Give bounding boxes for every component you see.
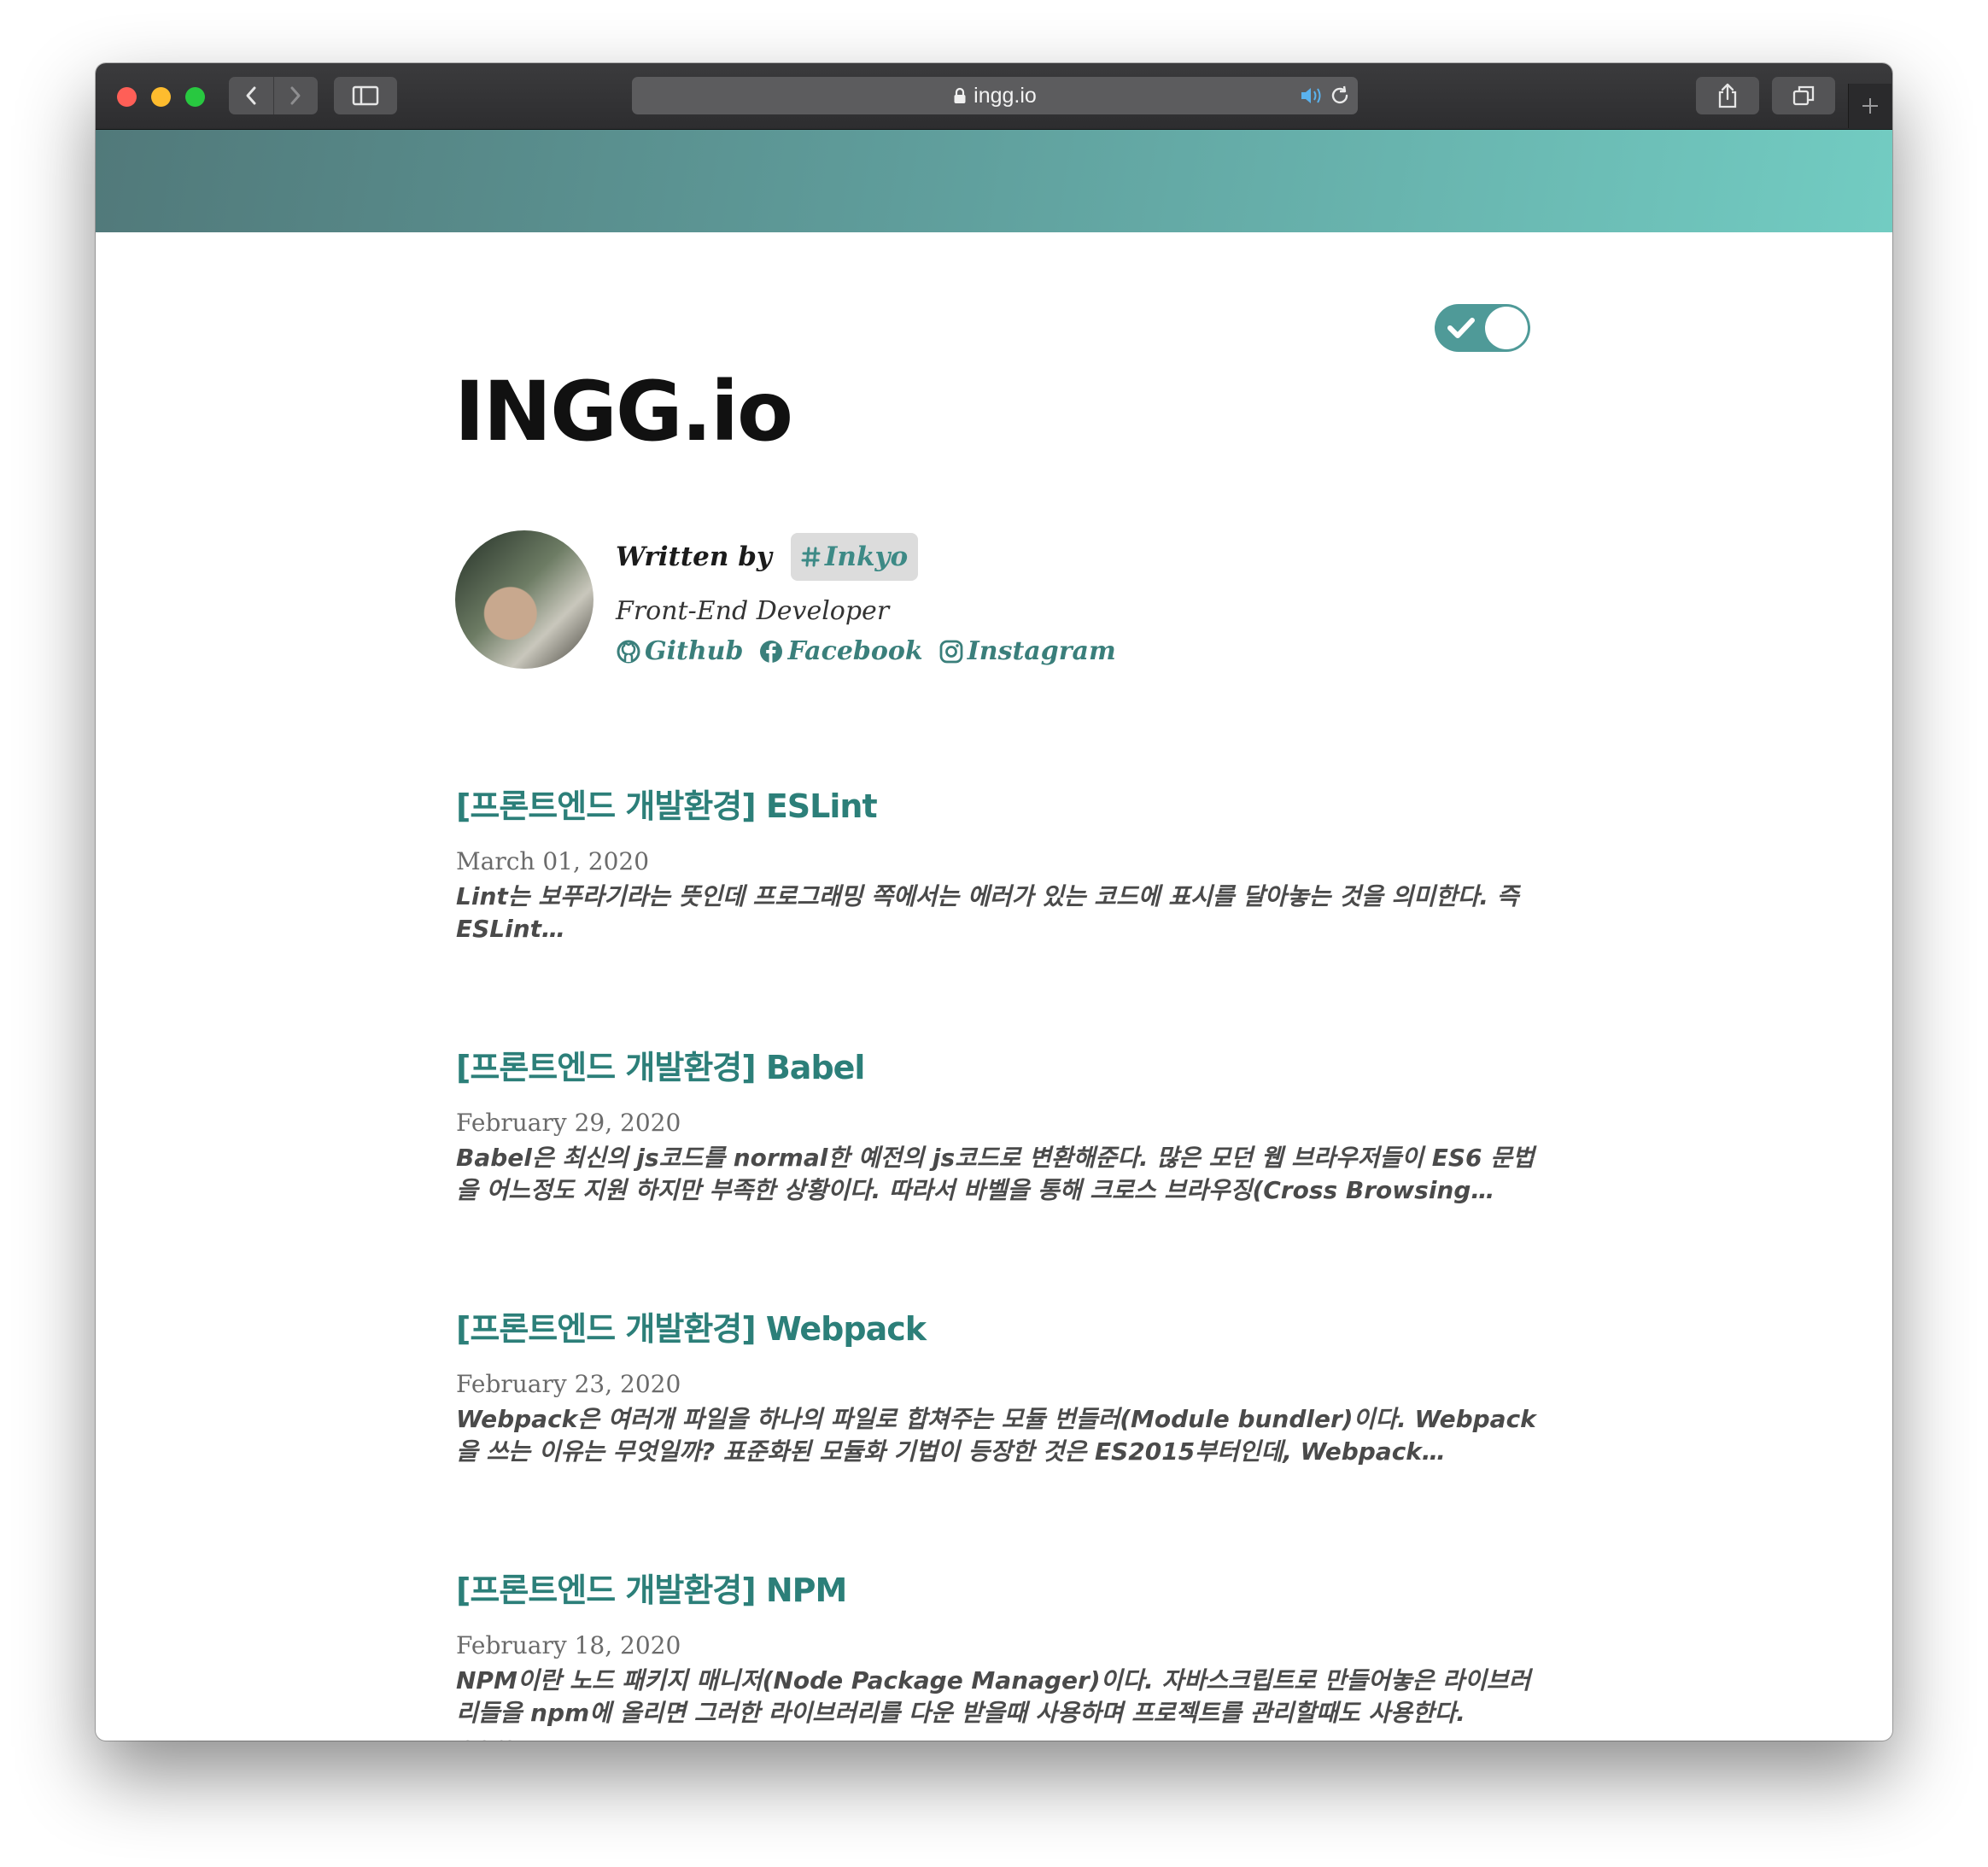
github-icon (617, 640, 640, 663)
github-link-label: Github (645, 636, 744, 666)
written-by-label: Written by (616, 541, 772, 572)
new-tab-button[interactable] (1848, 84, 1892, 128)
post-date: February 18, 2020 (456, 1630, 681, 1659)
post-item: [프론트엔드 개발환경] ESLint March 01, 2020 Lint는… (456, 787, 1541, 945)
navigation-buttons (229, 77, 318, 114)
share-icon (1718, 83, 1737, 108)
post-date: March 01, 2020 (456, 846, 650, 875)
browser-window: ingg.io INGG.io Written by Inkyo Front-E… (96, 63, 1892, 1741)
author-name: Inkyo (824, 541, 909, 572)
github-link[interactable]: Github (616, 636, 743, 666)
post-item: [프론트엔드 개발환경] NPM February 18, 2020 NPM이란… (456, 1571, 1541, 1741)
url-text: ingg.io (974, 83, 1037, 108)
facebook-link-label: Facebook (787, 636, 923, 666)
post-excerpt: Lint는 보푸라기라는 뜻인데 프로그래밍 쪽에서는 에러가 있는 코드에 표… (456, 881, 1519, 943)
post-title[interactable]: [프론트엔드 개발환경] Babel (456, 1049, 1541, 1088)
facebook-icon (760, 640, 783, 663)
instagram-link[interactable]: Instagram (938, 636, 1116, 666)
hashtag-icon (801, 546, 822, 568)
forward-button[interactable] (273, 77, 318, 114)
address-bar[interactable]: ingg.io (632, 77, 1358, 114)
tabs-icon (1792, 85, 1815, 106)
chevron-right-icon (290, 86, 301, 105)
sidebar-button[interactable] (334, 77, 397, 114)
check-icon (1447, 318, 1475, 338)
close-window-button[interactable] (117, 87, 137, 107)
speaker-icon[interactable] (1300, 85, 1325, 107)
author-tag[interactable]: Inkyo (790, 533, 919, 581)
post-title[interactable]: [프론트엔드 개발환경] Webpack (456, 1310, 1541, 1349)
share-button[interactable] (1696, 77, 1759, 114)
post-title[interactable]: [프론트엔드 개발환경] ESLint (456, 787, 1541, 827)
instagram-link-label: Instagram (967, 636, 1116, 666)
post-date: February 23, 2020 (456, 1369, 681, 1398)
facebook-link[interactable]: Facebook (758, 636, 923, 666)
zoom-window-button[interactable] (185, 87, 205, 107)
post-item: [프론트엔드 개발환경] Webpack February 23, 2020 W… (456, 1310, 1541, 1468)
instagram-icon (939, 640, 963, 663)
avatar (455, 530, 593, 669)
post-date: February 29, 2020 (456, 1108, 681, 1137)
plus-icon (1862, 98, 1878, 114)
author-role: Front-End Developer (616, 595, 890, 626)
tab-overview-button[interactable] (1772, 77, 1835, 114)
lock-icon (953, 87, 967, 104)
post-excerpt: Babel은 최신의 js코드를 normal한 예전의 js코드로 변환해준다… (456, 1143, 1535, 1204)
chevron-left-icon (246, 86, 256, 105)
author-bio: Written by Inkyo Front-End Developer Git… (616, 530, 1131, 666)
hero-banner (96, 130, 1892, 232)
post-item: [프론트엔드 개발환경] Babel February 29, 2020 Bab… (456, 1049, 1541, 1207)
minimize-window-button[interactable] (151, 87, 171, 107)
sidebar-icon (352, 85, 379, 106)
post-title[interactable]: [프론트엔드 개발환경] NPM (456, 1571, 1541, 1611)
reload-icon[interactable] (1329, 85, 1351, 107)
site-title[interactable]: INGG.io (454, 364, 793, 459)
social-links: Github Facebook Instagram (616, 636, 1131, 666)
post-excerpt: NPM이란 노드 패키지 매니저(Node Package Manager)이다… (456, 1665, 1531, 1741)
browser-toolbar: ingg.io (96, 63, 1892, 130)
post-excerpt: Webpack은 여러개 파일을 하나의 파일로 합쳐주는 모듈 번들러(Mod… (456, 1404, 1536, 1466)
toggle-knob (1485, 307, 1528, 349)
back-button[interactable] (229, 77, 273, 114)
theme-toggle[interactable] (1435, 304, 1530, 352)
